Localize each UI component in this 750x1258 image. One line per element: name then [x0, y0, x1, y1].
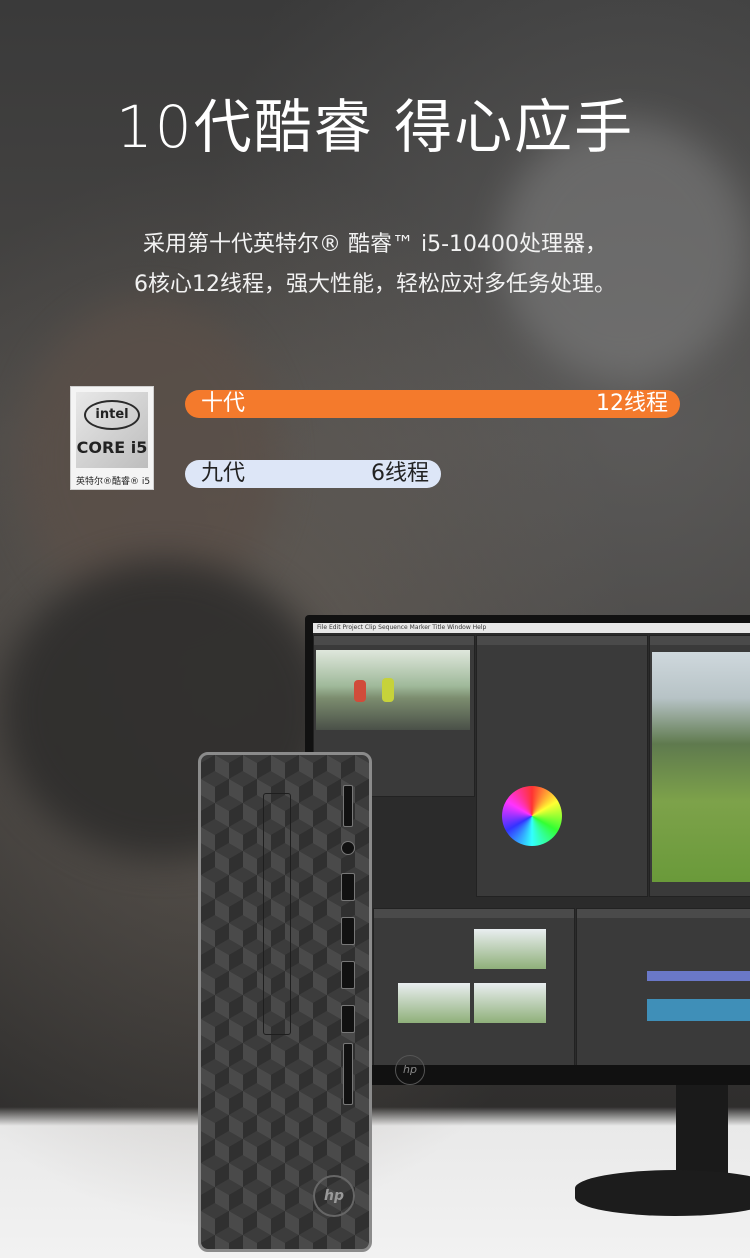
project-panel — [373, 908, 575, 1065]
tower-hp-logo: hp — [313, 1175, 355, 1217]
project-tabbar — [374, 909, 574, 918]
bar-9th-gen: 九代 6线程 — [185, 460, 441, 488]
audio-jack-icon — [341, 841, 355, 855]
badge-panel: intel CORE i5 — [76, 392, 148, 468]
program-panel — [649, 635, 750, 897]
thumbnail-clip — [474, 929, 546, 969]
core-i5-label: CORE i5 — [76, 438, 148, 457]
timeline-panel — [576, 908, 750, 1065]
monitor-screen: File Edit Project Clip Sequence Marker T… — [313, 623, 750, 1065]
product-banner: 10代酷睿 得心应手 采用第十代英特尔® 酷睿™ i5-10400处理器， 6核… — [0, 0, 750, 1258]
video-track — [647, 971, 750, 981]
usb-port — [341, 873, 355, 901]
card-reader-slot — [343, 785, 353, 827]
editor-menubar: File Edit Project Clip Sequence Marker T… — [313, 623, 750, 633]
color-wheel — [502, 786, 562, 846]
program-tabbar — [650, 636, 750, 645]
bar-10th-gen: 十代 12线程 — [185, 390, 680, 418]
effect-controls-panel — [476, 635, 648, 897]
cyclist-figure — [382, 678, 394, 702]
desktop-tower: hp — [198, 752, 372, 1252]
source-tabbar — [314, 636, 474, 645]
cyclists-video — [316, 650, 470, 730]
bar-9th-gen-label: 九代 — [201, 461, 246, 486]
front-slot — [263, 793, 291, 1035]
intel-core-i5-badge: intel CORE i5 英特尔®酷睿® i5 — [70, 386, 154, 490]
timeline-tabbar — [577, 909, 750, 918]
sd-card-slot — [343, 1043, 353, 1105]
subtitle-line-1: 采用第十代英特尔® 酷睿™ i5-10400处理器， — [142, 232, 608, 257]
intel-logo: intel — [84, 400, 140, 430]
effect-controls-tabbar — [477, 636, 647, 645]
bar-10th-gen-label: 十代 — [201, 391, 246, 416]
headline: 10代酷睿 得心应手 — [115, 93, 635, 161]
monitor-base — [575, 1170, 750, 1216]
cyclist-figure — [354, 680, 366, 702]
audio-track — [647, 999, 750, 1021]
subtitle-line-2: 6核心12线程，强大性能，轻松应对多任务处理。 — [134, 272, 616, 297]
usb-port — [341, 1005, 355, 1033]
bar-10th-gen-value: 12线程 — [596, 391, 668, 416]
usb-port — [341, 961, 355, 989]
usb-port — [341, 917, 355, 945]
landscape-video — [652, 652, 750, 882]
thumbnail-clip — [398, 983, 470, 1023]
thumbnail-clip — [474, 983, 546, 1023]
badge-footer: 英特尔®酷睿® i5 — [75, 477, 151, 487]
bar-9th-gen-value: 6线程 — [371, 461, 429, 486]
monitor-hp-logo: hp — [395, 1055, 425, 1085]
